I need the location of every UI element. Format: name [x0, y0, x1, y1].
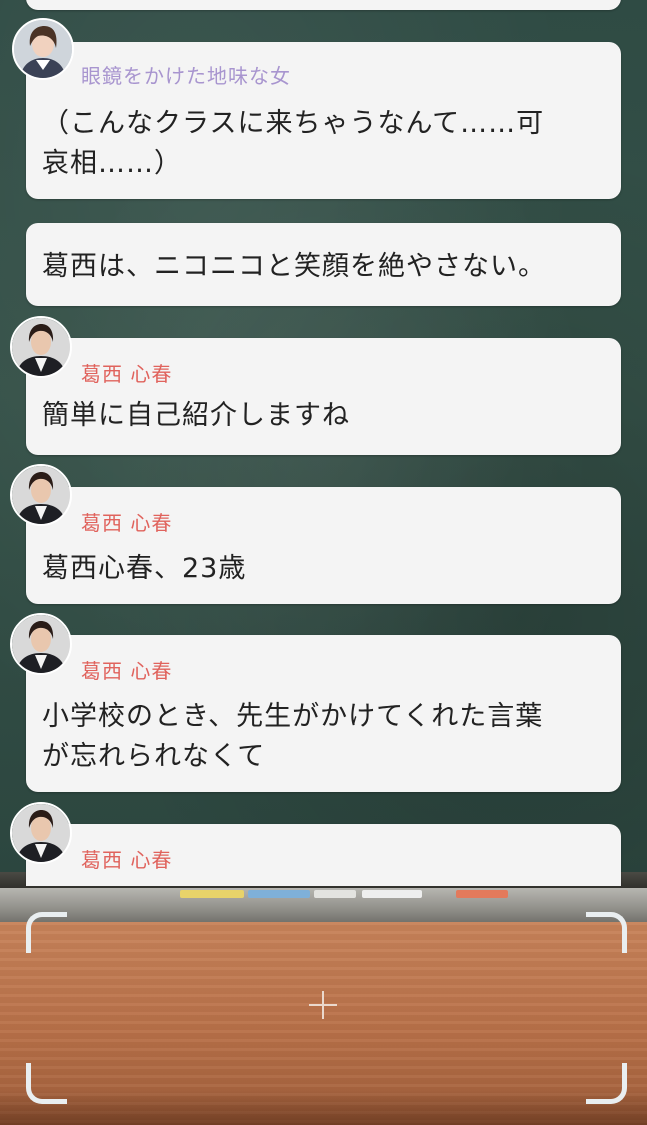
student-girl-avatar-icon [12, 18, 74, 80]
message-text: 小学校のとき、先生がかけてくれた言葉 が忘れられなくて [42, 697, 581, 777]
speaker-name: 葛西 心春 [81, 659, 173, 683]
chalk-yellow [180, 890, 244, 898]
crosshair-icon[interactable] [309, 991, 337, 1019]
chalk-white [362, 890, 422, 898]
viewfinder-corner-icon [586, 912, 627, 953]
message-text-line: 簡単に自己紹介しますね [42, 400, 350, 431]
message-text-line: 小学校のとき、先生がかけてくれた言葉 [42, 701, 544, 732]
viewfinder-corner-icon [586, 1063, 627, 1104]
teacher-woman-avatar-icon [10, 802, 72, 864]
speaker-name: 葛西 心春 [81, 848, 173, 872]
narration-bubble[interactable]: 葛西は、ニコニコと笑顔を絶やさない。 [26, 223, 621, 306]
message-text-line: 葛西は、ニコニコと笑顔を絶やさない。 [42, 251, 546, 282]
viewfinder-corner-icon [26, 912, 67, 953]
chalk-blue [248, 890, 310, 898]
speaker-name: 葛西 心春 [81, 511, 173, 535]
message-text: 葛西は、ニコニコと笑顔を絶やさない。 [42, 247, 581, 287]
message-bubble[interactable]: 葛西 心春 小学校のとき、先生がかけてくれた言葉 が忘れられなくて [26, 635, 621, 792]
chalk-red [456, 890, 508, 898]
chat-log[interactable]: 眼鏡をかけた地味な女 （こんなクラスに来ちゃうなんて……可 哀相……） 葛西は、… [0, 0, 647, 886]
message-text: 簡単に自己紹介しますね [42, 396, 581, 436]
message-text-line: が忘れられなくて [42, 741, 266, 772]
teacher-woman-avatar-icon [10, 316, 72, 378]
message-bubble-previous [26, 0, 621, 10]
viewfinder-corner-icon [26, 1063, 67, 1104]
teacher-woman-avatar-icon [10, 464, 72, 526]
message-text-line: （こんなクラスに来ちゃうなんて……可 [42, 108, 545, 139]
message-bubble[interactable]: 葛西 心春 葛西心春、23歳 [26, 487, 621, 604]
message-bubble[interactable]: 葛西 心春 [26, 824, 621, 886]
message-text: （こんなクラスに来ちゃうなんて……可 哀相……） [42, 104, 581, 184]
speaker-name: 眼鏡をかけた地味な女 [81, 64, 291, 88]
desk-shadow [0, 1090, 647, 1125]
speaker-name: 葛西 心春 [81, 362, 173, 386]
teacher-woman-avatar-icon [10, 613, 72, 675]
chalk-white [314, 890, 356, 898]
message-text-line: 哀相……） [42, 148, 182, 179]
message-bubble[interactable]: 葛西 心春 簡単に自己紹介しますね [26, 338, 621, 455]
message-bubble[interactable]: 眼鏡をかけた地味な女 （こんなクラスに来ちゃうなんて……可 哀相……） [26, 42, 621, 199]
message-text-line: 葛西心春、23歳 [42, 553, 247, 584]
message-text: 葛西心春、23歳 [42, 549, 581, 589]
